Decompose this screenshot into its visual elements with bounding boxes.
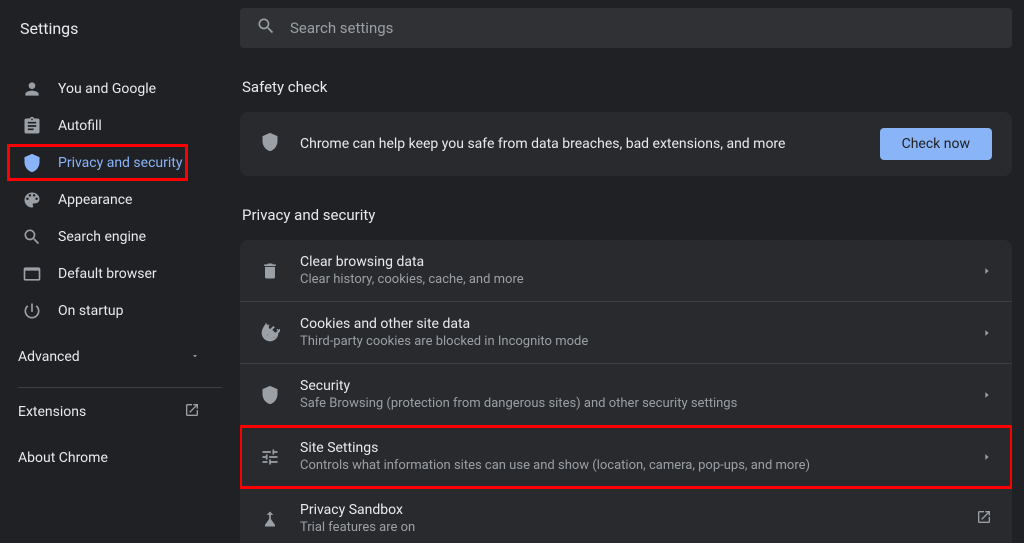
person-icon bbox=[22, 79, 42, 99]
list-item-title: Privacy Sandbox bbox=[300, 502, 976, 518]
chevron-down-icon bbox=[190, 349, 200, 365]
power-icon bbox=[22, 301, 42, 321]
list-item-security[interactable]: Security Safe Browsing (protection from … bbox=[240, 364, 1012, 426]
list-item-title: Security bbox=[300, 378, 982, 394]
list-item-title: Cookies and other site data bbox=[300, 316, 982, 332]
search-box[interactable] bbox=[240, 8, 1012, 48]
sidebar-item-on-startup[interactable]: On startup bbox=[0, 292, 240, 329]
sidebar-item-label: Appearance bbox=[58, 192, 132, 208]
list-item-subtitle: Controls what information sites can use … bbox=[300, 458, 982, 473]
about-label: About Chrome bbox=[18, 450, 108, 466]
shield-icon bbox=[22, 153, 42, 173]
sidebar-item-default-browser[interactable]: Default browser bbox=[0, 255, 240, 292]
list-item-title: Site Settings bbox=[300, 440, 982, 456]
sidebar-item-label: Search engine bbox=[58, 229, 146, 245]
trash-icon bbox=[260, 261, 280, 281]
safety-check-title: Safety check bbox=[242, 78, 1012, 96]
list-item-subtitle: Third-party cookies are blocked in Incog… bbox=[300, 334, 982, 349]
search-input[interactable] bbox=[290, 19, 996, 37]
sidebar-about-chrome[interactable]: About Chrome bbox=[0, 436, 240, 480]
sidebar-item-label: Default browser bbox=[58, 266, 157, 282]
palette-icon bbox=[22, 190, 42, 210]
safety-check-card: Chrome can help keep you safe from data … bbox=[240, 112, 1012, 176]
chevron-right-icon bbox=[982, 261, 992, 280]
clipboard-icon bbox=[22, 116, 42, 136]
list-item-cookies[interactable]: Cookies and other site data Third-party … bbox=[240, 302, 1012, 364]
sidebar-item-privacy-security[interactable]: Privacy and security bbox=[7, 144, 188, 181]
sidebar-advanced-toggle[interactable]: Advanced bbox=[0, 335, 222, 379]
extensions-label: Extensions bbox=[18, 404, 86, 420]
sidebar: You and Google Autofill Privacy and secu… bbox=[0, 56, 240, 543]
tune-icon bbox=[260, 447, 280, 467]
privacy-section-title: Privacy and security bbox=[242, 206, 1012, 224]
main-content: Safety check Chrome can help keep you sa… bbox=[240, 56, 1024, 543]
search-icon bbox=[256, 16, 290, 40]
external-link-icon bbox=[976, 509, 992, 529]
sidebar-item-search-engine[interactable]: Search engine bbox=[0, 218, 240, 255]
page-title: Settings bbox=[0, 19, 240, 38]
list-item-subtitle: Clear history, cookies, cache, and more bbox=[300, 272, 982, 287]
search-icon bbox=[22, 227, 42, 247]
sidebar-item-label: Privacy and security bbox=[58, 155, 182, 171]
list-item-title: Clear browsing data bbox=[300, 254, 982, 270]
advanced-label: Advanced bbox=[18, 349, 80, 365]
sidebar-extensions[interactable]: Extensions bbox=[0, 388, 222, 436]
flask-icon bbox=[260, 509, 280, 529]
list-item-privacy-sandbox[interactable]: Privacy Sandbox Trial features are on bbox=[240, 488, 1012, 543]
cookie-icon bbox=[260, 323, 280, 343]
sidebar-item-label: On startup bbox=[58, 303, 124, 319]
chevron-right-icon bbox=[982, 385, 992, 404]
privacy-list: Clear browsing data Clear history, cooki… bbox=[240, 240, 1012, 543]
shield-icon bbox=[260, 385, 280, 405]
list-item-site-settings[interactable]: Site Settings Controls what information … bbox=[240, 426, 1012, 488]
sidebar-item-label: Autofill bbox=[58, 118, 102, 134]
chevron-right-icon bbox=[982, 323, 992, 342]
list-item-subtitle: Trial features are on bbox=[300, 520, 976, 535]
list-item-subtitle: Safe Browsing (protection from dangerous… bbox=[300, 396, 982, 411]
safety-check-text: Chrome can help keep you safe from data … bbox=[300, 136, 880, 152]
sidebar-item-autofill[interactable]: Autofill bbox=[0, 107, 240, 144]
list-item-clear-browsing-data[interactable]: Clear browsing data Clear history, cooki… bbox=[240, 240, 1012, 302]
browser-icon bbox=[22, 264, 42, 284]
sidebar-item-appearance[interactable]: Appearance bbox=[0, 181, 240, 218]
sidebar-item-you-and-google[interactable]: You and Google bbox=[0, 70, 240, 107]
shield-icon bbox=[260, 132, 280, 156]
sidebar-item-label: You and Google bbox=[58, 81, 156, 97]
external-link-icon bbox=[184, 402, 200, 422]
chevron-right-icon bbox=[982, 447, 992, 466]
check-now-button[interactable]: Check now bbox=[880, 128, 992, 160]
